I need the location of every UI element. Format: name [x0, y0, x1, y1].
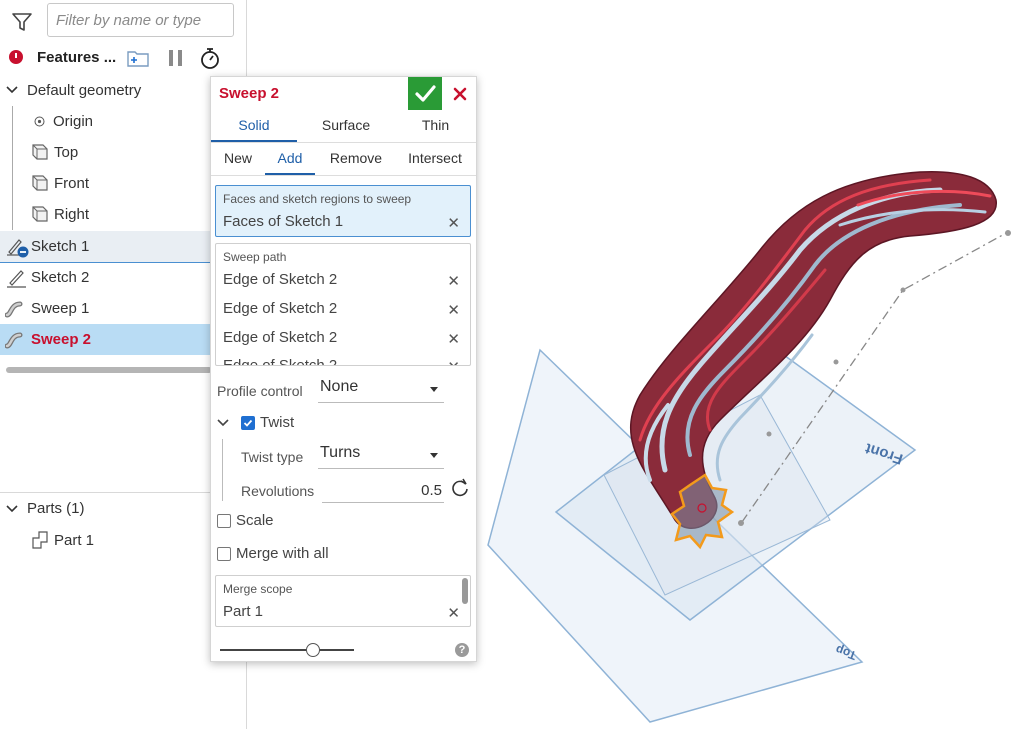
- vertical-scrollbar[interactable]: [462, 578, 468, 604]
- tab-new[interactable]: New: [217, 150, 259, 166]
- stopwatch-icon[interactable]: [198, 47, 222, 69]
- chevron-down-icon[interactable]: [6, 84, 18, 96]
- twist-label: Twist: [260, 414, 295, 431]
- path-item: Edge of Sketch 2: [223, 271, 338, 288]
- twist-type-dropdown[interactable]: Turns: [318, 442, 444, 469]
- dialog-title: Sweep 2: [219, 85, 280, 102]
- pause-icon[interactable]: [164, 47, 188, 69]
- faces-value: Faces of Sketch 1: [223, 213, 344, 230]
- revolutions-value: 0.5: [421, 482, 442, 499]
- merge-with-all-label: Merge with all: [236, 545, 329, 562]
- plane-icon: [32, 144, 48, 160]
- tab-solid[interactable]: Solid: [211, 117, 297, 133]
- revolutions-input[interactable]: 0.5: [322, 477, 444, 503]
- sweep-dialog: Sweep 2 Solid Surface Thin New Add Remov…: [210, 76, 477, 662]
- tab-underline: [211, 140, 297, 142]
- accept-button[interactable]: [408, 77, 442, 110]
- origin-icon: [34, 116, 45, 127]
- path-item: Edge of Sketch 2: [223, 300, 338, 317]
- tree-item-label: Sweep 1: [31, 300, 90, 317]
- scale-label: Scale: [236, 512, 274, 529]
- chevron-down-icon[interactable]: [217, 417, 229, 429]
- tree-item-label: Right: [54, 206, 90, 223]
- tree-item-label: Default geometry: [27, 82, 142, 99]
- close-icon: [453, 87, 467, 101]
- features-header: Features ...: [0, 44, 246, 72]
- tree-item-label: Top: [54, 144, 79, 161]
- scale-checkbox[interactable]: [217, 514, 231, 528]
- profile-control-dropdown[interactable]: None: [318, 376, 444, 403]
- filter-icon[interactable]: [10, 10, 34, 34]
- sweep-icon: [5, 332, 23, 349]
- remove-selection-icon[interactable]: ✕: [447, 604, 460, 622]
- profile-control-value: None: [320, 378, 359, 395]
- remove-selection-icon[interactable]: ✕: [447, 330, 460, 348]
- sketch-remove-icon: [7, 239, 29, 258]
- chevron-down-icon[interactable]: [6, 503, 18, 515]
- remove-selection-icon[interactable]: ✕: [447, 272, 460, 290]
- caret-down-icon: [430, 387, 438, 392]
- check-icon: [243, 419, 253, 427]
- error-icon: [9, 50, 23, 64]
- tab-underline: [265, 173, 315, 175]
- parts-header-label: Parts (1): [27, 500, 85, 517]
- twist-type-label: Twist type: [241, 449, 304, 465]
- sketch-icon: [7, 270, 26, 288]
- group-indent-line: [222, 439, 223, 501]
- merge-with-all-checkbox[interactable]: [217, 547, 231, 561]
- tree-item-label: Sweep 2: [31, 331, 92, 348]
- twist-type-value: Turns: [320, 444, 361, 461]
- path-item: Edge of Sketch 2: [223, 329, 338, 346]
- flip-direction-icon[interactable]: [450, 478, 470, 498]
- operation-tabs: New Add Remove Intersect: [211, 143, 476, 176]
- checkmark-icon: [415, 85, 436, 102]
- tree-item-label: Front: [54, 175, 90, 192]
- preview-slider-handle[interactable]: [306, 643, 320, 657]
- faces-caption: Faces and sketch regions to sweep: [223, 192, 412, 206]
- tree-item-label: Sketch 2: [31, 269, 90, 286]
- twist-checkbox[interactable]: [241, 416, 255, 430]
- merge-scope-caption: Merge scope: [223, 582, 293, 596]
- merge-scope-field[interactable]: Merge scope Part 1 ✕: [215, 575, 471, 627]
- remove-selection-icon[interactable]: ✕: [447, 301, 460, 319]
- filter-row: [0, 0, 246, 42]
- plane-icon: [32, 206, 48, 222]
- caret-down-icon: [430, 453, 438, 458]
- cancel-button[interactable]: [444, 77, 475, 110]
- sweep-path-caption: Sweep path: [223, 250, 287, 264]
- preview-slider-track[interactable]: [220, 649, 354, 651]
- tree-item-label: Sketch 1: [31, 238, 90, 255]
- body-type-tabs: Solid Surface Thin: [211, 110, 476, 143]
- help-icon[interactable]: ?: [455, 643, 469, 657]
- revolutions-label: Revolutions: [241, 483, 315, 499]
- features-title[interactable]: Features ...: [37, 49, 116, 66]
- tree-item-label: Origin: [53, 113, 94, 130]
- sweep-icon: [5, 301, 23, 318]
- tab-add[interactable]: Add: [265, 150, 315, 166]
- remove-selection-icon[interactable]: ✕: [447, 214, 460, 232]
- add-folder-icon[interactable]: [126, 47, 150, 69]
- tree-item-label: Part 1: [54, 532, 95, 549]
- profile-control-label: Profile control: [217, 383, 303, 399]
- filter-input[interactable]: [47, 3, 234, 37]
- plane-icon: [32, 175, 48, 191]
- tab-intersect[interactable]: Intersect: [399, 150, 471, 166]
- part-icon: [32, 531, 48, 549]
- tab-remove[interactable]: Remove: [321, 150, 391, 166]
- merge-scope-value: Part 1: [223, 603, 264, 620]
- tab-surface[interactable]: Surface: [297, 117, 395, 133]
- remove-selection-icon[interactable]: ✕: [447, 358, 460, 365]
- faces-selection-field[interactable]: Faces and sketch regions to sweep Faces …: [215, 185, 471, 237]
- tab-thin[interactable]: Thin: [395, 117, 476, 133]
- horizontal-scrollbar[interactable]: [6, 367, 212, 373]
- path-item: Edge of Sketch 2: [223, 357, 338, 366]
- sweep-path-field[interactable]: Sweep path Edge of Sketch 2 ✕ Edge of Sk…: [215, 243, 471, 366]
